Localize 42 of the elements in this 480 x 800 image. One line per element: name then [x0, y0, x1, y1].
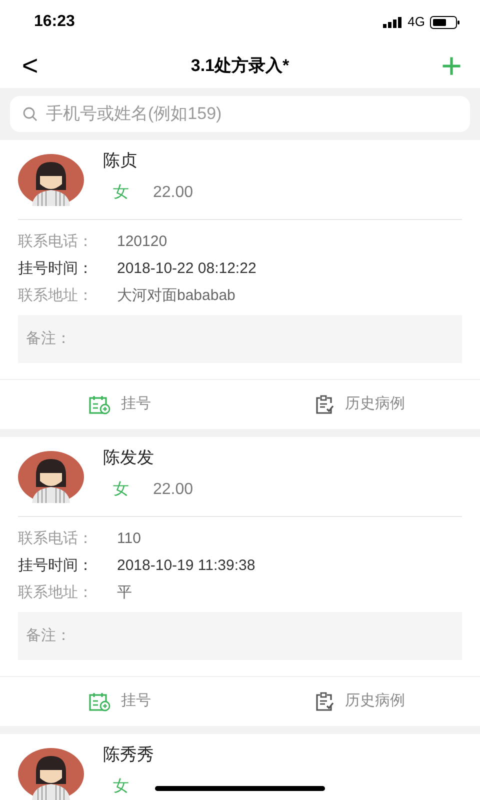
field-label: 联系电话：: [18, 529, 94, 550]
register-button[interactable]: 挂号: [0, 380, 240, 429]
back-button[interactable]: <: [18, 52, 42, 80]
field-value: 120120: [117, 232, 168, 252]
avatar: [18, 748, 84, 800]
avatar: [18, 450, 84, 502]
calendar-add-icon: [89, 394, 111, 414]
add-button[interactable]: +: [440, 48, 462, 84]
note-label: 备注：: [26, 626, 71, 646]
field-label: 联系电话：: [18, 232, 94, 252]
field-value: 110: [117, 529, 141, 550]
field-value: 大河对面bababab: [117, 286, 236, 306]
field-value: 平: [117, 583, 132, 604]
network-label: 4G: [408, 13, 425, 32]
clipboard-check-icon: [315, 692, 335, 712]
battery-icon: [430, 16, 460, 28]
history-button[interactable]: 历史病例: [240, 380, 480, 429]
field-label: 挂号时间：: [18, 259, 94, 280]
search-field[interactable]: 手机号或姓名(例如159): [10, 96, 470, 132]
field-value: 2018-10-19 11:39:38: [117, 556, 256, 576]
page-title: 3.1处方录入*: [190, 55, 290, 78]
field-label: 联系地址：: [18, 286, 94, 306]
field-value: 2018-10-22 08:12:22: [117, 259, 256, 280]
calendar-add-icon: [89, 692, 111, 712]
field-label: 挂号时间：: [18, 556, 94, 576]
field-label: 联系地址：: [18, 583, 94, 604]
patient-name: 陈秀秀: [103, 744, 154, 766]
patient-name: 陈发发: [103, 446, 155, 469]
note-label: 备注：: [26, 328, 71, 349]
avatar: [18, 154, 84, 206]
status-time: 16:23: [34, 12, 75, 32]
patient-name: 陈贞: [103, 150, 138, 172]
age-value: 22.00: [153, 480, 194, 500]
signal-icon: [382, 16, 403, 28]
home-indicator[interactable]: [155, 786, 325, 791]
register-button[interactable]: 挂号: [0, 677, 240, 726]
gender-label: 女: [113, 480, 129, 500]
clipboard-check-icon: [315, 394, 335, 414]
gender-label: 女: [113, 183, 129, 204]
gender-label: 女: [113, 777, 129, 798]
age-value: 22.00: [153, 183, 194, 204]
history-button[interactable]: 历史病例: [240, 677, 480, 726]
